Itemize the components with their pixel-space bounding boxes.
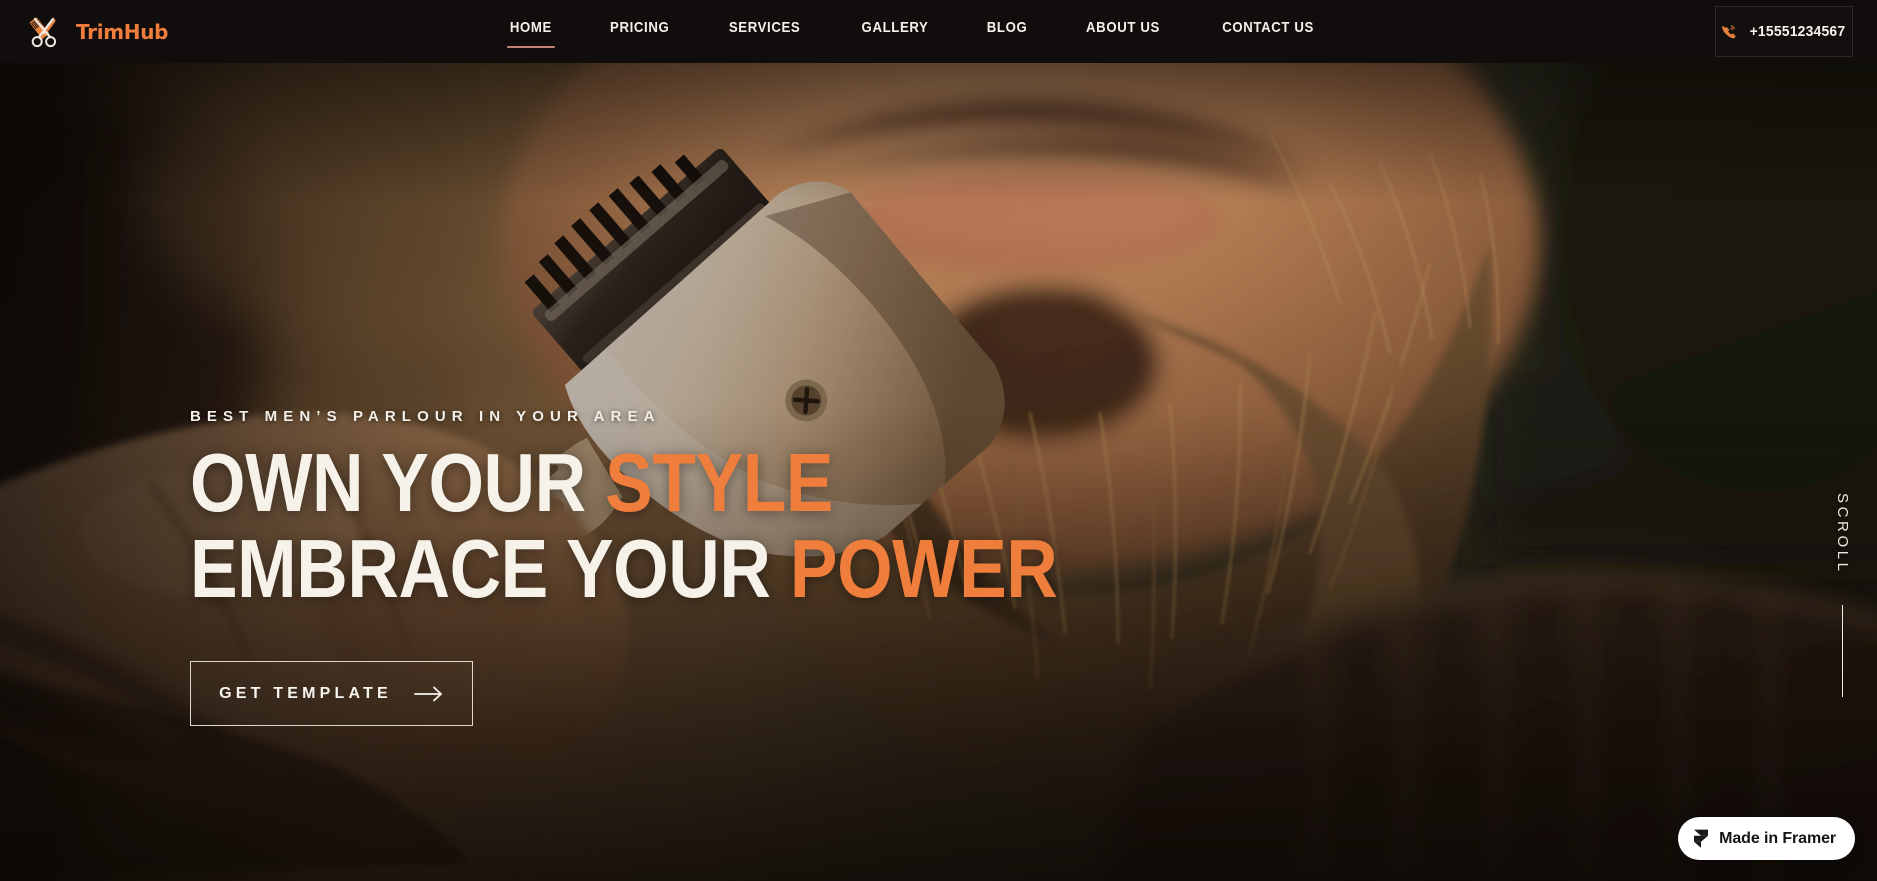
brand-name: TrimHub: [76, 19, 169, 44]
main-navigation: HOME PRICING SERVICES GALLERY BLOG ABOUT…: [0, 0, 1877, 63]
nav-item-services[interactable]: SERVICES: [729, 15, 800, 48]
arrow-right-icon: [413, 686, 442, 701]
hero-content: BEST MEN’S PARLOUR IN YOUR AREA OWN YOUR…: [190, 408, 1199, 726]
phone-number: +15551234567: [1749, 23, 1845, 40]
headline-1-plain: OWN YOUR: [190, 436, 606, 529]
phone-button[interactable]: +15551234567: [1715, 6, 1853, 57]
phone-ring-icon: [1721, 25, 1736, 39]
comb-scissors-icon: [29, 17, 57, 47]
get-template-button[interactable]: GET TEMPLATE: [190, 661, 473, 726]
brand-logo[interactable]: TrimHub: [26, 0, 169, 63]
scroll-label: SCROLL: [1834, 493, 1851, 575]
headline-2-accent: POWER: [789, 521, 1058, 615]
nav-item-pricing[interactable]: PRICING: [610, 15, 669, 48]
nav-item-home[interactable]: HOME: [507, 15, 555, 48]
nav-item-about-us[interactable]: ABOUT US: [1086, 15, 1160, 48]
page-root: TrimHub HOME PRICING SERVICES GALLERY BL…: [0, 0, 1877, 881]
nav-item-contact-us[interactable]: CONTACT US: [1222, 15, 1314, 48]
made-in-framer-badge[interactable]: Made in Framer: [1678, 817, 1855, 860]
nav-item-blog[interactable]: BLOG: [986, 15, 1027, 48]
hero-eyebrow: BEST MEN’S PARLOUR IN YOUR AREA: [190, 408, 661, 425]
headline-1-accent: STYLE: [605, 436, 834, 529]
framer-logo-icon: [1694, 829, 1709, 848]
scroll-line: [1841, 604, 1844, 697]
site-header: TrimHub HOME PRICING SERVICES GALLERY BL…: [0, 0, 1877, 63]
nav-item-gallery[interactable]: GALLERY: [861, 15, 928, 48]
hero-section: BEST MEN’S PARLOUR IN YOUR AREA OWN YOUR…: [0, 63, 1877, 881]
get-template-label: GET TEMPLATE: [219, 684, 392, 702]
headline-2-plain: EMBRACE YOUR: [190, 521, 790, 615]
scroll-indicator[interactable]: SCROLL: [1834, 493, 1851, 697]
hero-headline-line-1: OWN YOUR STYLE: [190, 441, 1057, 524]
made-in-framer-label: Made in Framer: [1719, 829, 1836, 847]
hero-headline-line-2: EMBRACE YOUR POWER: [190, 527, 1058, 610]
